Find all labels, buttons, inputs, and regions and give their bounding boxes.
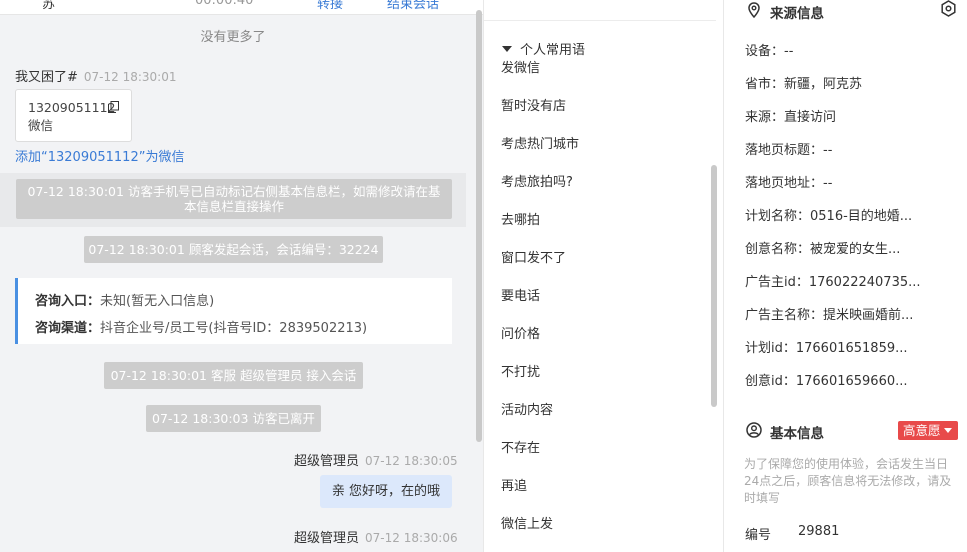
session-start-notice: 07-12 18:30:01 顾客发起会话，会话编号：32224: [84, 236, 383, 263]
phrase-item[interactable]: 微信上发: [501, 513, 553, 532]
agent-sender-1: 超级管理员 07-12 18:30:05: [294, 450, 458, 469]
phrase-item[interactable]: 暂时没有店: [501, 95, 566, 114]
source-row-landing-url: 落地页地址：--: [745, 176, 833, 191]
source-row-creative-id: 创意id：176601659660...: [745, 374, 908, 389]
entry-label: 咨询入口：: [35, 294, 101, 309]
header-col-mark: ": [121, 0, 127, 8]
consult-info-card: 咨询入口：未知(暂无入口信息) 咨询渠道：抖音企业号/员工号(抖音号ID：283…: [15, 278, 452, 344]
phrase-group-toggle[interactable]: 个人常用语: [502, 39, 585, 58]
agent-name: 超级管理员: [294, 454, 360, 469]
phrases-scrollbar[interactable]: [711, 165, 717, 407]
source-row-advertiser-id: 广告主id：176022240735...: [745, 275, 921, 290]
intent-level-label: 高意愿: [903, 423, 941, 438]
phrase-item[interactable]: 不存在: [501, 437, 540, 456]
phrase-item[interactable]: 问价格: [501, 323, 540, 342]
phrase-item[interactable]: 活动内容: [501, 399, 553, 418]
phrase-item[interactable]: 考虑旅拍吗?: [501, 171, 573, 190]
channel-label: 咨询渠道：: [35, 321, 101, 336]
visitor-sender: 我又困了# 07-12 18:30:01: [15, 66, 176, 85]
number-label: 编号: [745, 528, 772, 543]
phrase-item[interactable]: 考虑热门城市: [501, 133, 579, 152]
header-duration: 00:00:40: [195, 0, 254, 8]
customer-info-panel: 来源信息 设备：-- 省市：新疆，阿克苏 来源：直接访问 落地页标题：-- 落地…: [723, 0, 967, 552]
copy-icon[interactable]: [108, 101, 119, 113]
auto-mark-notice: 07-12 18:30:01 访客手机号已自动标记右侧基本信息栏，如需修改请在基…: [16, 179, 452, 219]
channel-value: 抖音企业号/员工号(抖音号ID：2839502213): [100, 321, 368, 336]
agent-time: 07-12 18:30:06: [365, 531, 458, 545]
phrase-item[interactable]: 要电话: [501, 285, 540, 304]
source-row-city: 省市：新疆，阿克苏: [745, 77, 863, 92]
phrase-item[interactable]: 窗口发不了: [501, 247, 566, 266]
auto-mark-line-2: 本信息栏直接操作: [183, 199, 284, 214]
no-more-text: 没有更多了: [200, 30, 266, 45]
source-info-title: 来源信息: [770, 6, 824, 22]
source-row-advertiser-name: 广告主名称：提米映画婚前...: [745, 308, 914, 323]
intent-level-dropdown[interactable]: 高意愿: [898, 421, 958, 440]
location-pin-icon: [748, 2, 760, 18]
chat-header: 苏 " 00:00:40 转接 结束会话: [0, 0, 483, 15]
source-row-landing-title: 落地页标题：--: [745, 143, 833, 158]
agent-reply-bubble: 亲 您好呀，在的哦: [320, 475, 452, 508]
agent-sender-2: 超级管理员 07-12 18:30:06: [294, 527, 458, 546]
visitor-left-notice: 07-12 18:30:03 访客已离开: [146, 405, 321, 432]
source-row-creative-name: 创意名称：被宠爱的女生...: [745, 242, 901, 257]
agent-time: 07-12 18:30:05: [365, 454, 458, 468]
source-row-plan-id: 计划id：176601651859...: [745, 341, 908, 356]
phrase-item[interactable]: 再追: [501, 475, 527, 494]
entry-value: 未知(暂无入口信息): [100, 294, 215, 309]
phrase-group-label: 个人常用语: [520, 43, 586, 58]
agent-join-notice: 07-12 18:30:01 客服 超级管理员 接入会话: [104, 362, 363, 389]
phrase-item[interactable]: 去哪拍: [501, 209, 540, 228]
settings-icon[interactable]: [940, 0, 957, 17]
caret-down-icon: [502, 46, 512, 52]
source-row-device: 设备：--: [745, 44, 794, 59]
add-wechat-link[interactable]: 添加“13209051112”为微信: [15, 146, 184, 165]
number-value: 29881: [798, 524, 840, 539]
visitor-name: 我又困了#: [15, 70, 78, 85]
source-row-origin: 来源：直接访问: [745, 110, 837, 125]
agent-name: 超级管理员: [294, 531, 360, 546]
visitor-time: 07-12 18:30:01: [83, 70, 177, 84]
auto-mark-line-1: 07-12 18:30:01 访客手机号已自动标记右侧基本信息栏，如需修改请在基: [27, 184, 441, 199]
quick-phrases-panel: 个人常用语 发微信 暂时没有店 考虑热门城市 考虑旅拍吗? 去哪拍 窗口发不了 …: [483, 0, 723, 552]
caret-down-icon: [943, 428, 952, 433]
header-col-name: 苏: [42, 0, 56, 12]
end-session-button[interactable]: 结束会话: [387, 0, 439, 12]
chat-scrollbar[interactable]: [476, 10, 482, 442]
divider: [484, 20, 716, 21]
chat-panel: 苏 " 00:00:40 转接 结束会话 没有更多了 我又困了# 07-12 18…: [0, 0, 483, 552]
phrase-item[interactable]: 不打扰: [501, 361, 540, 380]
source-row-plan-name: 计划名称：0516-目的地婚...: [745, 209, 913, 224]
edit-notice: 为了保障您的使用体验，会话发生当日24点之后，顾客信息将无法修改，请及时填写: [744, 457, 952, 505]
contact-card: 13209051112 微信: [15, 89, 132, 142]
user-circle-icon: [746, 422, 762, 438]
phrase-item[interactable]: 发微信: [501, 57, 540, 76]
card-type: 微信: [28, 118, 54, 133]
basic-info-title: 基本信息: [770, 426, 824, 442]
transfer-button[interactable]: 转接: [317, 0, 343, 12]
